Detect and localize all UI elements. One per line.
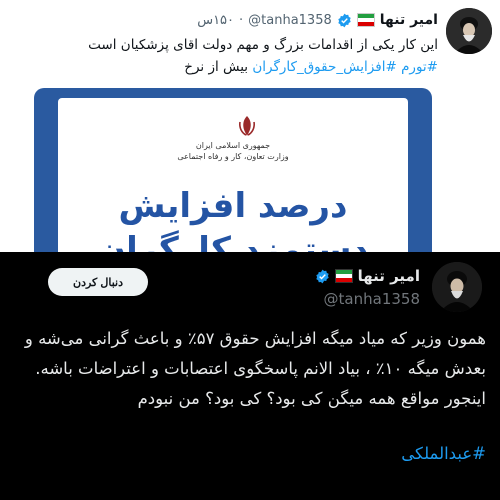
tweet-text-line1: این کار یکی از اقدامات بزرگ و مهم دولت ا…	[88, 37, 438, 53]
author-avatar[interactable]	[446, 8, 492, 54]
separator-dot: ·	[239, 12, 244, 28]
author-avatar[interactable]	[432, 262, 482, 312]
author-name[interactable]: امیر تنها	[358, 267, 420, 285]
author-handle[interactable]: @tanha1358	[324, 290, 420, 308]
top-tweet: امیر تنها @tanha1358 · ۱۵۰س این کار یکی …	[0, 0, 500, 252]
tweet-text-line2: #تورم #افزایش_حقوق_کارگران بیش از نرخ	[18, 56, 438, 78]
verified-badge-icon	[338, 13, 351, 27]
tweet-header: امیر تنها	[315, 267, 420, 285]
tweet-time[interactable]: ۱۵۰س	[197, 13, 234, 28]
verified-badge-icon	[315, 269, 329, 283]
iran-flag-icon	[334, 269, 353, 283]
author-name[interactable]: امیر تنها	[380, 12, 438, 28]
tweet-text: این کار یکی از اقدامات بزرگ و مهم دولت ا…	[18, 34, 438, 78]
follow-button[interactable]: دنبال کردن	[48, 268, 148, 296]
ministry-caption: جمهوری اسلامی ایران وزارت تعاون، کار و ر…	[58, 140, 408, 162]
media-headline-line2: دستمزد کارگران	[97, 230, 369, 252]
avatar-portrait-icon	[446, 8, 492, 54]
media-card: جمهوری اسلامی ایران وزارت تعاون، کار و ر…	[58, 98, 408, 252]
tweet-header: امیر تنها @tanha1358 · ۱۵۰س	[197, 12, 438, 28]
tweet-media-image[interactable]: جمهوری اسلامی ایران وزارت تعاون، کار و ر…	[34, 88, 432, 252]
iran-emblem-icon	[239, 116, 255, 136]
iran-flag-icon	[356, 13, 375, 27]
ministry-line1: جمهوری اسلامی ایران	[195, 141, 271, 150]
media-headline-line1: درصد افزایش	[118, 186, 348, 226]
hashtag-inflation[interactable]: #تورم	[401, 59, 438, 75]
hashtag-wage-increase[interactable]: #افزایش_حقوق_کارگران	[252, 59, 396, 75]
tweet-body: همون وزیر که میاد میگه افزایش حقوق ۵۷٪ و…	[24, 329, 486, 408]
avatar-portrait-icon	[432, 262, 482, 312]
hashtag-abdolmaleki[interactable]: #عبدالملکی	[401, 444, 486, 463]
quoted-dark-tweet: امیر تنها @tanha1358 دنبال کردن همون وزی…	[0, 252, 500, 500]
ministry-line2: وزارت تعاون، کار و رفاه اجتماعی	[177, 152, 289, 161]
author-handle[interactable]: @tanha1358	[248, 13, 332, 28]
tweet-text-tail: بیش از نرخ	[184, 59, 249, 75]
